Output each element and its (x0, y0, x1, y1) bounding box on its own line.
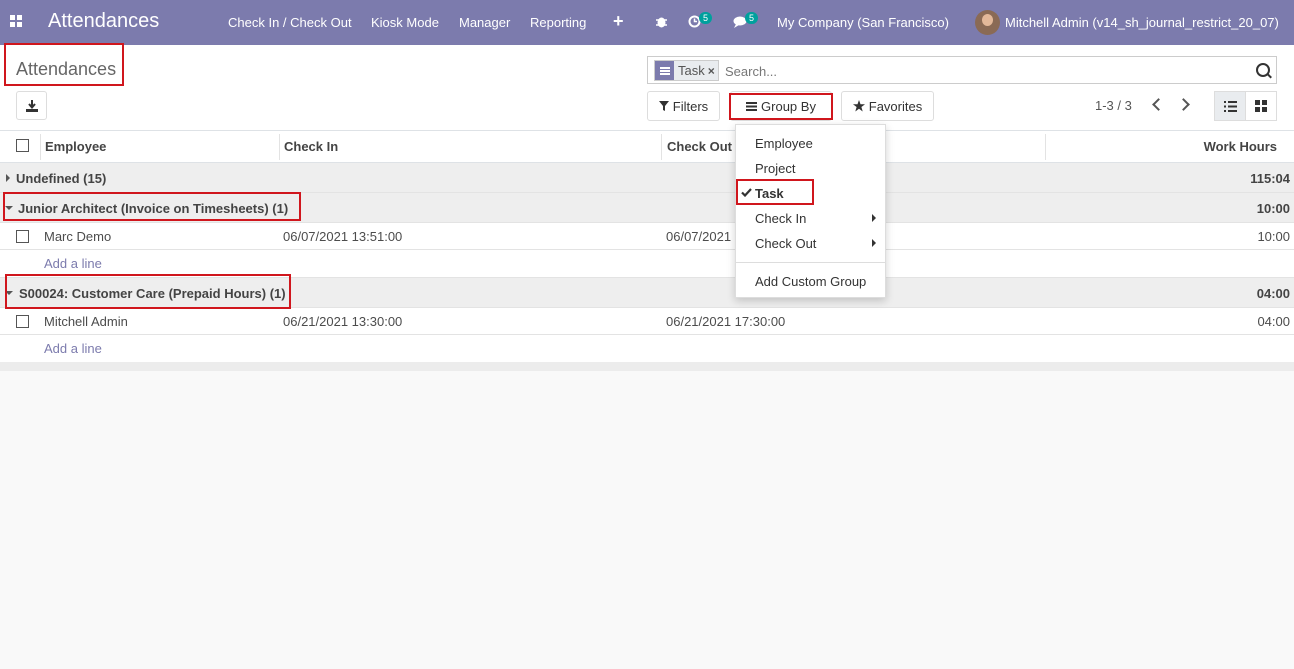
cell-employee: Marc Demo (44, 229, 112, 244)
search-facet-task: Task × (654, 60, 719, 81)
groupby-option-project[interactable]: Project (755, 161, 795, 176)
title-highlight-box (4, 43, 124, 86)
select-all-checkbox[interactable] (16, 139, 29, 152)
cell-work-hours: 10:00 (1257, 229, 1290, 244)
groupby-option-check-out[interactable]: Check Out (755, 236, 816, 251)
activity-count-badge: 5 (699, 12, 713, 24)
add-custom-group[interactable]: Add Custom Group (755, 274, 866, 289)
group-total: 115:04 (1250, 171, 1290, 186)
caret-right-icon (6, 174, 10, 182)
cell-check-out: 06/07/2021 (666, 229, 732, 244)
message-count-badge: 5 (745, 12, 759, 24)
facet-remove-icon[interactable]: × (708, 64, 718, 78)
group-highlight-box (5, 274, 291, 309)
menu-kiosk-mode[interactable]: Kiosk Mode (371, 15, 439, 30)
filters-button[interactable]: Filters (647, 91, 720, 121)
pager-value[interactable]: 1-3 / 3 (1095, 98, 1132, 113)
group-row-undefined[interactable]: Undefined (15) 115:04 (0, 163, 1294, 193)
user-avatar[interactable] (975, 10, 1000, 35)
group-total: 10:00 (1256, 201, 1290, 216)
add-line-row: Add a line (0, 335, 1294, 363)
menu-reporting[interactable]: Reporting (530, 15, 586, 30)
menu-check-in-out[interactable]: Check In / Check Out (228, 15, 352, 30)
facet-label: Task (678, 63, 705, 78)
user-menu[interactable]: Mitchell Admin (v14_sh_journal_restrict_… (1005, 15, 1279, 30)
row-checkbox[interactable] (16, 230, 29, 243)
star-icon (852, 100, 865, 112)
download-icon (26, 100, 38, 112)
table-header: Employee Check In Check Out Work Hours (0, 131, 1294, 164)
col-check-out[interactable]: Check Out (667, 139, 732, 154)
company-switcher[interactable]: My Company (San Francisco) (777, 15, 949, 30)
cell-check-out: 06/21/2021 17:30:00 (666, 314, 786, 329)
group-highlight-box (3, 192, 301, 221)
search-input[interactable]: Search... (725, 64, 777, 79)
menu-manager[interactable]: Manager (459, 15, 510, 30)
add-line-link[interactable]: Add a line (44, 341, 102, 356)
search-bar[interactable]: Task × Search... (647, 56, 1277, 84)
table-row[interactable]: Marc Demo 06/07/2021 13:51:00 06/07/2021… (0, 223, 1294, 250)
group-total: 04:00 (1256, 286, 1290, 301)
app-title[interactable]: Attendances (48, 10, 159, 33)
list-view-button[interactable] (1214, 91, 1246, 121)
list-view-icon (1223, 100, 1237, 112)
top-navbar: Attendances Check In / Check Out Kiosk M… (0, 0, 1294, 45)
group-label: Undefined (15) (16, 171, 107, 186)
download-button[interactable] (16, 91, 47, 120)
filter-icon (658, 101, 669, 111)
search-icon[interactable] (1256, 63, 1270, 77)
groupby-dropdown: Employee Project Task Check In Check Out… (735, 124, 886, 298)
kanban-icon (1255, 100, 1267, 112)
groupby-facet-icon (655, 61, 674, 80)
table-row[interactable]: Mitchell Admin 06/21/2021 13:30:00 06/21… (0, 308, 1294, 335)
groupby-highlight-box (729, 93, 833, 120)
cell-check-in: 06/21/2021 13:30:00 (283, 314, 403, 329)
col-employee[interactable]: Employee (45, 139, 106, 154)
groupby-option-check-in[interactable]: Check In (755, 211, 806, 226)
cell-employee: Mitchell Admin (44, 314, 128, 329)
task-highlight-box (736, 179, 814, 205)
filters-label: Filters (672, 98, 709, 114)
favorites-label: Favorites (868, 98, 923, 114)
table-footer (0, 362, 1294, 371)
kanban-view-button[interactable] (1245, 91, 1277, 121)
groupby-option-employee[interactable]: Employee (755, 136, 813, 151)
apps-grid-icon[interactable] (10, 15, 23, 28)
col-work-hours[interactable]: Work Hours (1204, 139, 1277, 154)
caret-right-icon (872, 214, 876, 222)
cell-check-in: 06/07/2021 13:51:00 (283, 229, 403, 244)
row-checkbox[interactable] (16, 315, 29, 328)
dropdown-divider (736, 262, 885, 263)
col-check-in[interactable]: Check In (284, 139, 338, 154)
add-line-link[interactable]: Add a line (44, 256, 102, 271)
cell-work-hours: 04:00 (1257, 314, 1290, 329)
plus-icon[interactable]: + (613, 11, 624, 32)
favorites-button[interactable]: Favorites (841, 91, 934, 121)
caret-right-icon (872, 239, 876, 247)
bug-icon[interactable] (655, 15, 668, 28)
